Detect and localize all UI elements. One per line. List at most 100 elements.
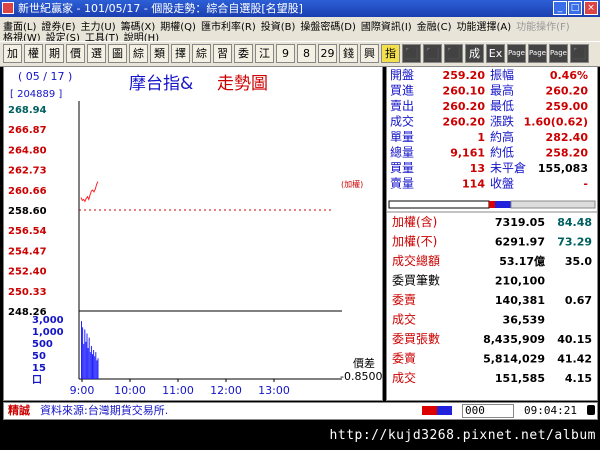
title-bar: 新世紀贏家 - 101/05/17 - 個股走勢：綜合自選股[名望股] _ □ … — [0, 0, 600, 17]
volume-tick-label: 15 — [32, 363, 46, 374]
toolbar-button[interactable]: 成 — [465, 44, 484, 63]
quote-label: 總量 — [390, 145, 414, 160]
quote-label: 未平倉 — [490, 160, 526, 175]
volume-tick-label: 1,000 — [32, 327, 64, 338]
stock-code-input[interactable]: 000 — [462, 404, 514, 418]
quote-label: 漲跌 — [490, 114, 514, 129]
quote-value: 1.60(0.62) — [524, 116, 588, 129]
volume-tick-label: 口 — [32, 375, 42, 386]
volume-bar — [93, 350, 95, 379]
toolbar-button[interactable]: ⬛ — [444, 44, 463, 63]
stats-extra: 84.48 — [557, 216, 592, 229]
menu-item[interactable]: 國際資訊(I) — [361, 22, 412, 33]
toolbar-button[interactable]: 委 — [234, 44, 253, 63]
status-bar: 精誠 資料來源:台灣期貨交易所. 000 09:04:21 — [3, 402, 598, 420]
menu-item[interactable]: 功能選擇(A) — [456, 22, 511, 33]
volume-bar — [94, 356, 96, 379]
stats-value: 140,381 — [495, 294, 545, 307]
minimize-button[interactable]: _ — [553, 1, 567, 15]
stats-value: 36,539 — [503, 314, 545, 327]
toolbar-button[interactable]: 價 — [66, 44, 85, 63]
menu-item[interactable]: 匯市利率(R) — [201, 22, 256, 33]
time-tick-label: 13:00 — [258, 384, 290, 397]
footer-url: http://kujd3268.pixnet.net/album — [329, 428, 596, 443]
quote-value: 114 — [462, 178, 485, 191]
volume-tick-label: 50 — [32, 351, 46, 362]
toolbar-button[interactable]: 錢 — [339, 44, 358, 63]
volume-bar — [87, 348, 89, 379]
toolbar-button[interactable]: 選 — [87, 44, 106, 63]
toolbar-button[interactable]: Page — [528, 44, 547, 63]
toolbar-button[interactable]: 習 — [213, 44, 232, 63]
menu-item[interactable]: 金融(C) — [417, 22, 452, 33]
stats-label: 委賣 — [392, 351, 416, 366]
quote-value: 0.46% — [550, 69, 588, 82]
quote-label: 賣量 — [390, 176, 414, 191]
volume-bar — [85, 341, 87, 379]
price-tick-label: 266.87 — [8, 125, 47, 136]
toolbar-button[interactable]: 圖 — [108, 44, 127, 63]
toolbar-button[interactable]: 權 — [24, 44, 43, 63]
toolbar-button[interactable]: Page — [507, 44, 526, 63]
quote-value: 260.10 — [443, 85, 486, 98]
volume-bar — [97, 358, 99, 379]
toolbar-button[interactable]: 綜 — [129, 44, 148, 63]
toolbar-button[interactable]: 類 — [150, 44, 169, 63]
maximize-button[interactable]: □ — [568, 1, 582, 15]
menu-item[interactable]: 期權(Q) — [160, 22, 196, 33]
time-tick-label: 9:00 — [70, 384, 95, 397]
quote-value: 260.20 — [546, 85, 589, 98]
toolbar-button[interactable]: 江 — [255, 44, 274, 63]
toolbar-button[interactable]: ⬛ — [423, 44, 442, 63]
toolbar-button[interactable]: 興 — [360, 44, 379, 63]
toolbar-button[interactable]: 期 — [45, 44, 64, 63]
bid-bar — [489, 201, 495, 208]
quote-label: 約低 — [490, 145, 514, 160]
volume-bar — [92, 354, 93, 379]
toolbar-button[interactable]: Ex — [486, 44, 505, 63]
toolbar-button[interactable]: 綜 — [192, 44, 211, 63]
quote-value: 9,161 — [450, 147, 485, 160]
quote-label: 買量 — [390, 161, 414, 175]
quote-value: 260.20 — [443, 100, 486, 113]
status-source: 資料來源:台灣期貨交易所. — [40, 404, 169, 417]
volume-tick-label: 500 — [32, 339, 53, 350]
volume-bar — [95, 352, 97, 379]
time-tick-label: 10:00 — [114, 384, 146, 397]
quote-label: 收盤 — [490, 177, 514, 191]
stats-extra: 40.15 — [557, 333, 592, 346]
toolbar-button[interactable]: 擇 — [171, 44, 190, 63]
toolbar-button[interactable]: ⬛ — [570, 44, 589, 63]
toolbar-button[interactable]: 29 — [318, 44, 337, 63]
toolbar-button[interactable]: 9 — [276, 44, 295, 63]
volume-bar — [84, 329, 86, 379]
menu-item[interactable]: 功能操作(F) — [516, 22, 570, 33]
quote-label: 成交 — [390, 114, 414, 129]
chart-title-b: 走勢圖 — [217, 74, 268, 94]
stats-extra: 0.67 — [565, 294, 592, 307]
stats-extra: 35.0 — [565, 255, 592, 268]
stats-extra: 41.42 — [557, 353, 592, 366]
toolbar-button[interactable]: 8 — [297, 44, 316, 63]
toolbar-button[interactable]: Page — [549, 44, 568, 63]
quote-label: 單量 — [390, 130, 414, 144]
quote-value: 259.00 — [546, 100, 589, 113]
quote-value: 13 — [470, 162, 485, 175]
close-button[interactable]: × — [584, 1, 598, 15]
quote-panel: 開盤 259.20 振幅 0.46% 買進 260.10 最高 260.20 賣出 260.20 最… — [386, 66, 598, 401]
stats-value: 8,435,909 — [483, 333, 545, 346]
quote-table: 開盤 259.20 振幅 0.46% 買進 260.10 最高 260.20 賣出 260.20 最… — [387, 67, 597, 385]
quote-value: - — [583, 178, 588, 191]
toolbar-button[interactable]: 加 — [3, 44, 22, 63]
stats-extra: 4.15 — [565, 372, 592, 385]
stats-label: 加權(不) — [392, 235, 437, 249]
spread-label: 價差 — [353, 356, 375, 370]
menu-item[interactable]: 投資(B) — [261, 22, 296, 33]
price-tick-label: 264.80 — [8, 145, 47, 156]
menu-item[interactable]: 操盤密碼(D) — [300, 22, 356, 33]
stats-extra: 73.29 — [557, 236, 592, 249]
toolbar-button[interactable]: ⬛ — [402, 44, 421, 63]
toolbar-button[interactable]: 指 — [381, 44, 400, 63]
price-tick-label: 254.47 — [8, 246, 47, 257]
plus-label: (加權) — [341, 179, 363, 189]
